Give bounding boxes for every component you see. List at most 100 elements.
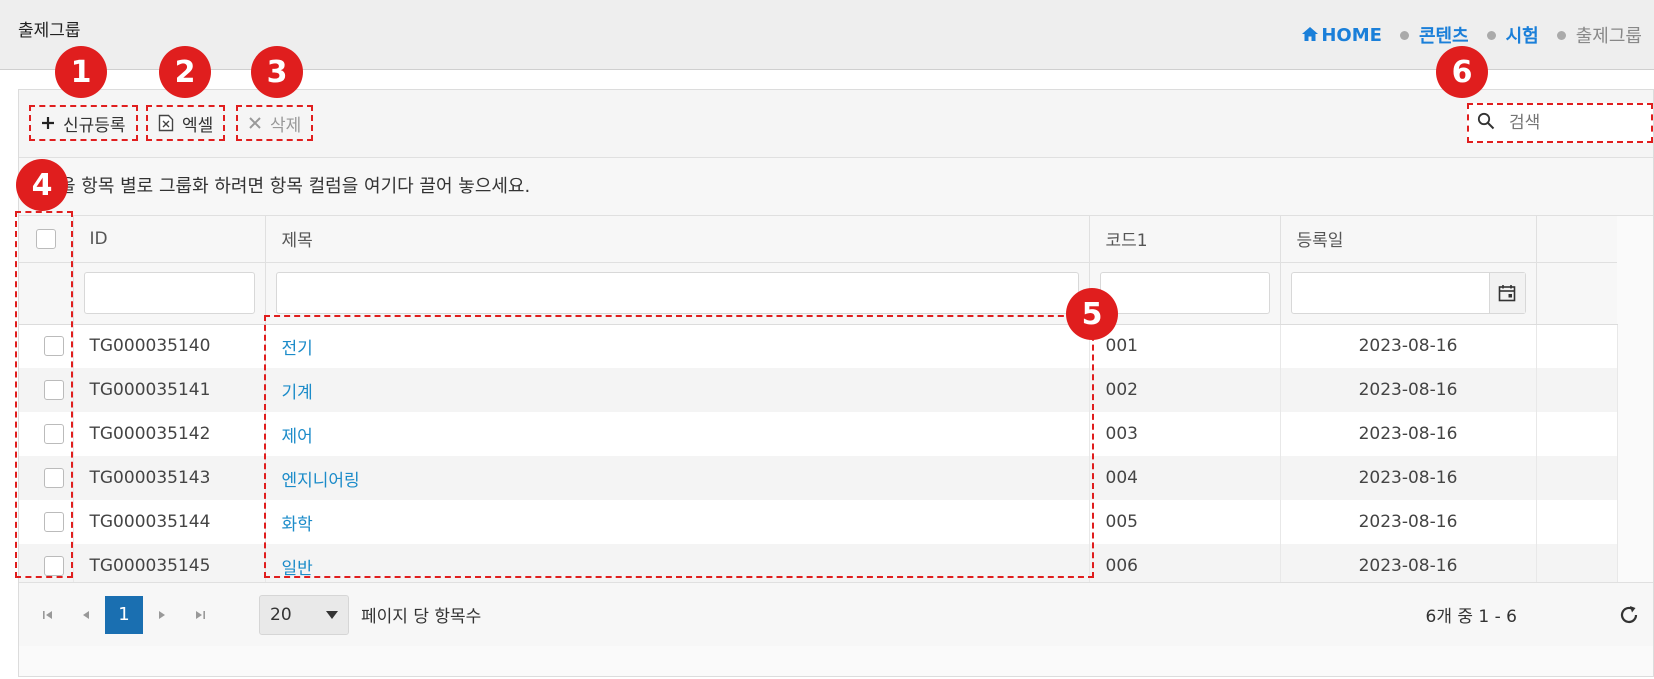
filter-cell-spacer <box>1536 262 1617 325</box>
annotation-badge-5: 5 <box>1066 288 1118 340</box>
search-icon <box>1477 112 1495 134</box>
next-page-button[interactable] <box>143 596 181 634</box>
title-link[interactable]: 제어 <box>282 427 313 447</box>
row-checkbox[interactable] <box>43 468 64 488</box>
row-checkbox-cell <box>19 500 74 544</box>
cell-title: 전기 <box>265 324 1090 368</box>
column-header-spacer <box>1536 216 1617 263</box>
row-checkbox[interactable] <box>43 336 64 357</box>
cell-date: 2023-08-16 <box>1280 412 1537 456</box>
group-by-hint[interactable]: 을 항목 별로 그룹화 하려면 항목 컬럼을 여기다 끌어 놓으세요. <box>19 158 1653 216</box>
prev-page-button[interactable] <box>67 596 105 634</box>
last-page-button[interactable] <box>181 596 219 634</box>
cell-title: 화학 <box>265 500 1090 544</box>
date-filter-input[interactable] <box>1290 272 1526 314</box>
table-row[interactable]: TG000035143 엔지니어링 004 2023-08-16 <box>19 456 1618 500</box>
excel-button-label: 엑셀 <box>182 115 214 136</box>
cell-code: 004 <box>1089 456 1281 500</box>
date-filter-text[interactable] <box>1292 273 1489 313</box>
code-filter-input[interactable] <box>1099 272 1270 314</box>
filter-row <box>19 262 1617 325</box>
cell-code: 001 <box>1089 324 1281 368</box>
cell-id: TG000035143 <box>73 456 266 500</box>
breadcrumb-contents[interactable]: 콘텐츠 <box>1419 22 1469 48</box>
first-page-icon <box>43 610 52 619</box>
new-button-label: 신규등록 <box>63 115 126 136</box>
prev-page-icon <box>83 610 89 619</box>
column-header-code[interactable]: 코드1 <box>1089 216 1281 263</box>
breadcrumb-separator <box>1556 30 1566 40</box>
data-grid: 신규등록 엑셀 삭제 을 항목 별로 그룹화 하려면 항목 컬럼을 여기다 끌어… <box>18 89 1654 677</box>
title-link[interactable]: 엔지니어링 <box>282 471 360 491</box>
title-link[interactable]: 전기 <box>282 339 313 359</box>
calendar-icon[interactable] <box>1488 273 1525 313</box>
cell-id: TG000035142 <box>73 412 266 456</box>
cell-id: TG000035140 <box>73 324 266 368</box>
page-size-value: 20 <box>270 604 292 625</box>
annotation-badge-6: 6 <box>1436 46 1488 98</box>
per-page-label: 페이지 당 항목수 <box>361 607 482 627</box>
table-row[interactable]: TG000035141 기계 002 2023-08-16 <box>19 368 1618 412</box>
select-all-checkbox[interactable] <box>35 228 56 249</box>
chevron-down-icon <box>326 610 338 619</box>
cell-date: 2023-08-16 <box>1280 456 1537 500</box>
table-row[interactable]: TG000035142 제어 003 2023-08-16 <box>19 412 1618 456</box>
data-table: ID 제목 코드1 등록일 TG000035140 전기 001 2023-08… <box>19 216 1618 588</box>
last-page-icon <box>196 610 205 619</box>
row-checkbox[interactable] <box>43 424 64 444</box>
plus-icon <box>41 116 55 130</box>
breadcrumb-home[interactable]: HOME <box>1301 25 1382 46</box>
next-page-icon <box>159 610 165 619</box>
filter-cell-empty <box>19 262 74 325</box>
breadcrumb-current: 출제그룹 <box>1575 26 1642 47</box>
page-size-select[interactable]: 20 <box>259 594 349 635</box>
refresh-icon <box>1620 605 1638 623</box>
first-page-button[interactable] <box>29 596 67 634</box>
excel-button[interactable]: 엑셀 <box>146 105 226 141</box>
row-checkbox[interactable] <box>43 512 64 532</box>
id-filter-input[interactable] <box>83 272 255 314</box>
annotation-badge-1: 1 <box>55 46 107 98</box>
table-row[interactable]: TG000035140 전기 001 2023-08-16 <box>19 324 1618 368</box>
refresh-button[interactable] <box>1615 601 1643 629</box>
filter-cell-date <box>1280 262 1537 325</box>
delete-button[interactable]: 삭제 <box>236 105 314 141</box>
cell-date: 2023-08-16 <box>1280 368 1537 412</box>
row-checkbox[interactable] <box>43 556 64 576</box>
row-checkbox-cell <box>19 324 74 368</box>
filter-cell-id <box>73 262 266 325</box>
title-link[interactable]: 화학 <box>282 515 313 535</box>
breadcrumb: HOME 콘텐츠 시험 출제그룹 <box>1301 22 1642 48</box>
new-button[interactable]: 신규등록 <box>29 105 138 141</box>
cell-id: TG000035141 <box>73 368 266 412</box>
row-checkbox-cell <box>19 412 74 456</box>
column-header-id[interactable]: ID <box>73 216 266 263</box>
header-row: ID 제목 코드1 등록일 <box>19 216 1617 263</box>
table-row[interactable]: TG000035144 화학 005 2023-08-16 <box>19 500 1618 544</box>
cell-spacer <box>1536 368 1618 412</box>
search-box[interactable] <box>1467 103 1653 143</box>
breadcrumb-exam[interactable]: 시험 <box>1506 22 1539 48</box>
cell-spacer <box>1536 500 1618 544</box>
title-link[interactable]: 일반 <box>282 559 313 579</box>
page-number-button[interactable]: 1 <box>105 595 143 634</box>
title-link[interactable]: 기계 <box>282 383 313 403</box>
breadcrumb-separator <box>1399 30 1409 40</box>
cell-spacer <box>1536 324 1618 368</box>
column-header-date[interactable]: 등록일 <box>1280 216 1537 263</box>
cell-spacer <box>1536 412 1618 456</box>
cell-date: 2023-08-16 <box>1280 324 1537 368</box>
cell-code: 003 <box>1089 412 1281 456</box>
cell-code: 002 <box>1089 368 1281 412</box>
title-filter-input[interactable] <box>275 272 1079 314</box>
cell-title: 제어 <box>265 412 1090 456</box>
delete-button-label: 삭제 <box>270 115 302 136</box>
annotation-badge-4: 4 <box>16 159 68 211</box>
excel-icon <box>158 114 174 132</box>
cell-spacer <box>1536 456 1618 500</box>
search-input[interactable] <box>1509 113 1649 133</box>
home-icon <box>1302 26 1319 41</box>
column-header-title[interactable]: 제목 <box>265 216 1090 263</box>
breadcrumb-separator <box>1486 30 1496 40</box>
row-checkbox[interactable] <box>43 380 64 400</box>
